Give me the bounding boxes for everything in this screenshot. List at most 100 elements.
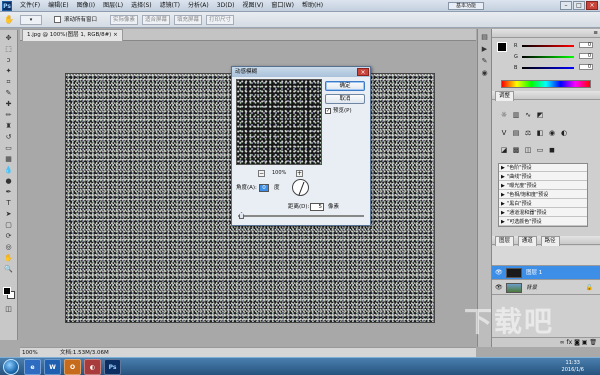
start-button[interactable] xyxy=(3,359,19,375)
tab-paths[interactable]: 路径 xyxy=(540,236,560,246)
preset-item[interactable]: ▶ "可选颜色"预设 xyxy=(499,219,587,226)
menu-select[interactable]: 选择(S) xyxy=(127,0,156,12)
preset-item[interactable]: ▶ "色相/饱和度"预设 xyxy=(499,192,587,199)
workspace-button[interactable]: 基本功能 xyxy=(448,2,484,10)
mask-icon[interactable]: ◙ xyxy=(574,339,582,346)
vibrance-icon[interactable]: V xyxy=(500,129,508,137)
zoom-in-button[interactable]: + xyxy=(296,170,303,177)
delete-layer-icon[interactable]: 🗑 xyxy=(589,339,597,346)
maximize-button[interactable]: □ xyxy=(573,1,585,10)
eyedropper-tool-icon[interactable]: ✎ xyxy=(3,89,14,98)
adjustments-tab[interactable]: 调整 xyxy=(495,91,515,101)
clone-source-panel-icon[interactable]: ◉ xyxy=(479,69,490,78)
hue-saturation-icon[interactable]: ▤ xyxy=(512,129,520,137)
preset-item[interactable]: ▶ "曝光度"预设 xyxy=(499,183,587,190)
move-tool-icon[interactable]: ✥ xyxy=(3,34,14,43)
fit-screen-button[interactable]: 适合屏幕 xyxy=(142,15,170,25)
menu-analysis[interactable]: 分析(A) xyxy=(184,0,213,12)
fx-icon[interactable]: fx xyxy=(566,339,574,346)
history-brush-tool-icon[interactable]: ↺ xyxy=(3,133,14,142)
preset-item[interactable]: ▶ "色阶"预设 xyxy=(499,165,587,172)
magic-wand-tool-icon[interactable]: ✦ xyxy=(3,67,14,76)
menu-window[interactable]: 窗口(W) xyxy=(267,0,298,12)
taskbar-app[interactable]: O xyxy=(64,359,81,375)
preset-item[interactable]: ▶ "黑白"预设 xyxy=(499,201,587,208)
preset-item[interactable]: ▶ "曲线"预设 xyxy=(499,174,587,181)
type-tool-icon[interactable]: T xyxy=(3,199,14,208)
distance-slider[interactable] xyxy=(238,215,364,217)
tab-layers[interactable]: 图层 xyxy=(495,236,515,246)
photo-filter-icon[interactable]: ◉ xyxy=(548,129,556,137)
healing-brush-tool-icon[interactable]: ✚ xyxy=(3,100,14,109)
channel-mixer-icon[interactable]: ◐ xyxy=(560,129,568,137)
quick-mask-icon[interactable]: ◫ xyxy=(3,305,14,314)
distance-input[interactable]: 5 xyxy=(310,203,324,211)
taskbar-photoshop[interactable]: Ps xyxy=(104,359,121,375)
selective-color-icon[interactable]: ◼ xyxy=(548,146,556,154)
posterize-icon[interactable]: ▩ xyxy=(512,146,520,154)
color-b-value[interactable]: 0 xyxy=(579,64,593,70)
zoom-tool-icon[interactable]: 🔍 xyxy=(3,265,14,274)
zoom-out-button[interactable]: − xyxy=(258,170,265,177)
3d-orbit-tool-icon[interactable]: ◎ xyxy=(3,243,14,252)
scroll-all-checkbox[interactable] xyxy=(54,16,61,23)
exposure-icon[interactable]: ◩ xyxy=(536,111,544,119)
dodge-tool-icon[interactable]: ● xyxy=(3,177,14,186)
brush-tool-icon[interactable]: ✏ xyxy=(3,111,14,120)
curves-icon[interactable]: ∿ xyxy=(524,111,532,119)
lasso-tool-icon[interactable]: ↄ xyxy=(3,56,14,65)
blur-tool-icon[interactable]: 💧 xyxy=(3,166,14,175)
menu-edit[interactable]: 编辑(E) xyxy=(44,0,72,12)
levels-icon[interactable]: ▥ xyxy=(512,111,520,119)
color-spectrum-bar[interactable] xyxy=(501,80,591,88)
menu-filter[interactable]: 滤镜(T) xyxy=(156,0,184,12)
taskbar-ie[interactable]: e xyxy=(24,359,41,375)
document-tab[interactable]: 1.jpg @ 100%(图层 1, RGB/8#) × xyxy=(22,29,123,41)
black-white-icon[interactable]: ◧ xyxy=(536,129,544,137)
invert-icon[interactable]: ◪ xyxy=(500,146,508,154)
menu-file[interactable]: 文件(F) xyxy=(16,0,44,12)
color-g-slider[interactable] xyxy=(522,56,574,58)
visibility-eye-icon[interactable]: 👁 xyxy=(495,266,503,280)
menu-layer[interactable]: 图层(L) xyxy=(99,0,127,12)
history-panel-icon[interactable]: ▤ xyxy=(479,33,490,42)
hand-tool-icon[interactable]: ✋ xyxy=(3,254,14,263)
actual-pixels-button[interactable]: 实际像素 xyxy=(110,15,138,25)
taskbar-word[interactable]: W xyxy=(44,359,61,375)
dialog-close-button[interactable]: × xyxy=(357,68,369,76)
gradient-map-icon[interactable]: ▭ xyxy=(536,146,544,154)
fg-color-preview[interactable] xyxy=(497,42,507,52)
tool-preset-picker[interactable]: ▾ xyxy=(20,15,42,25)
eraser-tool-icon[interactable]: ▭ xyxy=(3,144,14,153)
preview-checkbox[interactable]: ✓ xyxy=(325,108,331,114)
crop-tool-icon[interactable]: ⌗ xyxy=(3,78,14,87)
color-r-value[interactable]: 0 xyxy=(579,42,593,48)
minimize-button[interactable]: – xyxy=(560,1,572,10)
brushes-panel-icon[interactable]: ✎ xyxy=(479,57,490,66)
actions-panel-icon[interactable]: ▶ xyxy=(479,45,490,54)
path-selection-tool-icon[interactable]: ➤ xyxy=(3,210,14,219)
layer-row[interactable]: 👁 背景 🔒 xyxy=(492,281,600,295)
filter-preview[interactable] xyxy=(236,79,322,165)
menu-view[interactable]: 视图(V) xyxy=(239,0,268,12)
ok-button[interactable]: 确定 xyxy=(325,81,365,91)
threshold-icon[interactable]: ◫ xyxy=(524,146,532,154)
color-g-value[interactable]: 0 xyxy=(579,53,593,59)
clone-stamp-tool-icon[interactable]: ♜ xyxy=(3,122,14,131)
shape-tool-icon[interactable]: ▢ xyxy=(3,221,14,230)
menu-help[interactable]: 帮助(H) xyxy=(298,0,327,12)
close-button[interactable]: × xyxy=(586,1,598,10)
panel-menu-icon[interactable]: ≡ xyxy=(593,29,600,38)
color-b-slider[interactable] xyxy=(522,67,574,69)
foreground-color-swatch[interactable] xyxy=(3,287,11,295)
system-clock[interactable]: 11:33 2016/1/6 xyxy=(562,360,584,374)
marquee-tool-icon[interactable]: ⬚ xyxy=(3,45,14,54)
cancel-button[interactable]: 取消 xyxy=(325,94,365,104)
gradient-tool-icon[interactable]: ▦ xyxy=(3,155,14,164)
menu-image[interactable]: 图像(I) xyxy=(73,0,99,12)
fill-screen-button[interactable]: 填充屏幕 xyxy=(174,15,202,25)
taskbar-media[interactable]: ◐ xyxy=(84,359,101,375)
distance-slider-thumb[interactable] xyxy=(239,212,244,219)
pen-tool-icon[interactable]: ✒ xyxy=(3,188,14,197)
brightness-icon[interactable]: ☼ xyxy=(500,111,508,119)
